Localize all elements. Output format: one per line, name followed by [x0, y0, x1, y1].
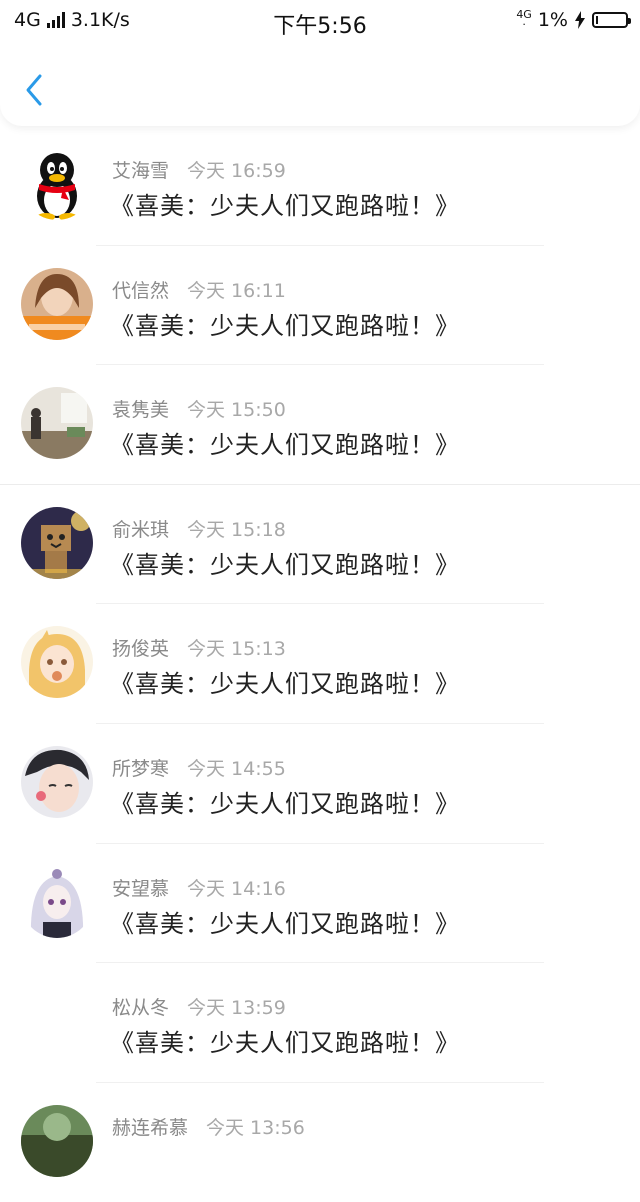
- message-time: 今天 13:56: [206, 1116, 305, 1139]
- message-title: 《喜美：少夫人们又跑路啦！》: [110, 431, 460, 460]
- message-time: 今天 14:55: [187, 757, 286, 780]
- message-time: 今天 14:16: [187, 877, 286, 900]
- sender-name: 安望慕: [112, 877, 170, 900]
- battery-percent: 1%: [537, 9, 568, 31]
- message-title: 《喜美：少夫人们又跑路啦！》: [110, 909, 460, 938]
- message-title: 《喜美：少夫人们又跑路啦！》: [110, 670, 460, 699]
- message-time: 今天 15:18: [187, 518, 286, 541]
- sender-name: 袁隽美: [112, 399, 170, 422]
- message-title: 《喜美：少夫人们又跑路啦！》: [110, 311, 460, 340]
- sender-name: 艾海雪: [112, 160, 170, 182]
- message-title: 《喜美：少夫人们又跑路啦！》: [110, 1029, 460, 1058]
- signal-dots-icon: ·: [522, 18, 526, 31]
- back-button[interactable]: [18, 70, 50, 110]
- user-avatar: [21, 267, 93, 340]
- user-avatar: [21, 626, 93, 699]
- message-title: 《喜美：少夫人们又跑路啦！》: [110, 789, 460, 818]
- nav-bar: [0, 44, 640, 126]
- list-item[interactable]: 所梦寒 今天 14:55 《喜美：少夫人们又跑路啦！》: [0, 724, 640, 844]
- list-item[interactable]: 松从冬 今天 13:59 《喜美：少夫人们又跑路啦！》: [0, 963, 640, 1083]
- chevron-left-icon: [26, 74, 42, 106]
- battery-icon: [592, 12, 631, 28]
- network-small-label: 4G ·: [516, 8, 532, 31]
- sender-name: 松从冬: [112, 997, 170, 1020]
- sender-name: 扬俊英: [112, 638, 170, 661]
- qq-penguin-avatar: [21, 148, 93, 220]
- message-title: 《喜美：少夫人们又跑路啦！》: [110, 192, 460, 220]
- sender-name: 俞米琪: [112, 518, 170, 541]
- message-time: 今天 13:59: [187, 997, 286, 1020]
- message-time: 今天 15:50: [187, 399, 286, 422]
- sender-name: 所梦寒: [112, 757, 170, 780]
- message-time: 今天 16:59: [187, 160, 286, 182]
- list-item[interactable]: 代信然 今天 16:11 《喜美：少夫人们又跑路啦！》: [0, 246, 640, 366]
- message-list: 艾海雪 今天 16:59 《喜美：少夫人们又跑路啦！》 代信然 今天 16:11 《…: [0, 126, 640, 1202]
- status-bar: 4G 3.1K/s 下午5:56 4G · 1%: [0, 0, 640, 44]
- list-item[interactable]: 安望慕 今天 14:16 《喜美：少夫人们又跑路啦！》: [0, 844, 640, 964]
- charging-icon: [575, 11, 585, 29]
- user-avatar: [21, 745, 93, 818]
- user-avatar: [21, 1104, 93, 1177]
- sender-name: 赫连希慕: [112, 1116, 189, 1139]
- list-item[interactable]: 俞米琪 今天 15:18 《喜美：少夫人们又跑路啦！》: [0, 485, 640, 605]
- list-item[interactable]: 扬俊英 今天 15:13 《喜美：少夫人们又跑路啦！》: [0, 604, 640, 724]
- user-avatar: [21, 506, 93, 579]
- user-avatar: [21, 387, 93, 460]
- list-item[interactable]: 赫连希慕 今天 13:56: [0, 1083, 640, 1202]
- sender-name: 代信然: [112, 279, 170, 302]
- message-title: 《喜美：少夫人们又跑路啦！》: [110, 550, 460, 579]
- list-item[interactable]: 艾海雪 今天 16:59 《喜美：少夫人们又跑路啦！》: [0, 126, 640, 246]
- user-avatar: [21, 865, 93, 938]
- message-time: 今天 16:11: [187, 279, 286, 302]
- status-right: 4G · 1%: [516, 8, 631, 31]
- message-time: 今天 15:13: [187, 638, 286, 661]
- list-item[interactable]: 袁隽美 今天 15:50 《喜美：少夫人们又跑路啦！》: [0, 365, 640, 485]
